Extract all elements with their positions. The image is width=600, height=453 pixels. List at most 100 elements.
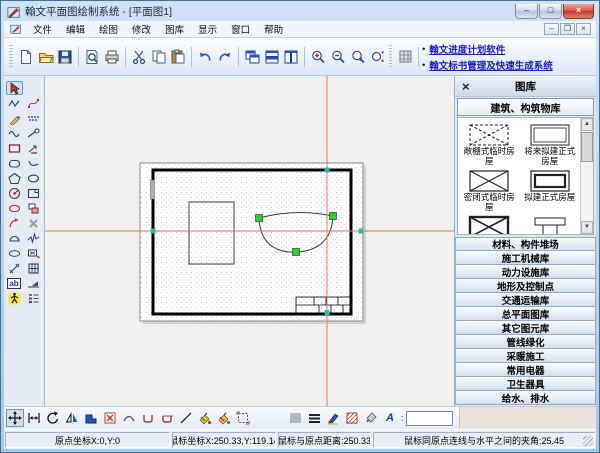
slope-tool[interactable] bbox=[25, 276, 42, 290]
menu-library[interactable]: 图库 bbox=[158, 21, 191, 37]
category-other-button[interactable]: 其它图元库 bbox=[455, 321, 596, 335]
thin-lines-tool[interactable] bbox=[286, 409, 304, 427]
drawing-canvas[interactable] bbox=[45, 76, 454, 406]
hatch-lines-tool[interactable] bbox=[25, 111, 42, 125]
child-restore-button[interactable]: ❐ bbox=[560, 23, 575, 35]
thick-lines-tool[interactable] bbox=[305, 409, 323, 427]
spline-tool[interactable] bbox=[25, 96, 42, 110]
gallery-item[interactable]: 拟建正式房屋 bbox=[520, 166, 581, 212]
category-terrain-button[interactable]: 地形及控制点 bbox=[455, 279, 596, 293]
stretch-tool[interactable] bbox=[25, 409, 43, 427]
toolbar-grip[interactable] bbox=[9, 45, 13, 69]
new-button[interactable] bbox=[16, 46, 36, 67]
menu-modify[interactable]: 修改 bbox=[125, 21, 158, 37]
gallery-item-partial[interactable] bbox=[520, 212, 581, 235]
hatch-tool[interactable] bbox=[343, 409, 361, 427]
category-sanitary-button[interactable]: 卫生器具 bbox=[455, 377, 596, 391]
cascade-windows-button[interactable] bbox=[242, 46, 262, 67]
pencil-tool[interactable] bbox=[6, 111, 23, 125]
dimension-tool[interactable] bbox=[25, 246, 42, 260]
category-buildings-button[interactable]: 建筑、构筑物库 bbox=[457, 98, 594, 116]
tile-vertical-button[interactable] bbox=[281, 46, 301, 67]
print-preview-button[interactable] bbox=[82, 46, 102, 67]
menu-file[interactable]: 文件 bbox=[26, 21, 59, 37]
category-power-button[interactable]: 动力设施库 bbox=[455, 265, 596, 279]
polygon-tool[interactable] bbox=[6, 171, 23, 185]
oval-tool[interactable] bbox=[6, 246, 23, 260]
copy-shapes-tool[interactable] bbox=[25, 201, 42, 215]
move-tool[interactable] bbox=[6, 409, 24, 427]
save-button[interactable] bbox=[55, 46, 75, 67]
grid-window-tool[interactable] bbox=[25, 261, 42, 275]
child-close-button[interactable]: × bbox=[576, 23, 591, 35]
corner-tool[interactable] bbox=[82, 409, 100, 427]
font-tool[interactable]: A bbox=[381, 409, 399, 427]
minimize-button[interactable]: – bbox=[515, 4, 538, 19]
scrollbar-thumb[interactable] bbox=[581, 132, 593, 162]
link-bid-software[interactable]: 翰文标书管理及快速生成系统 bbox=[429, 58, 553, 72]
red-ellipse-tool[interactable] bbox=[6, 201, 23, 215]
frame-rect-tool[interactable] bbox=[25, 186, 42, 200]
category-pipeline-button[interactable]: 管线绿化 bbox=[455, 335, 596, 349]
menu-window[interactable]: 窗口 bbox=[224, 21, 257, 37]
arc-segment-tool[interactable] bbox=[25, 156, 42, 170]
maximize-button[interactable]: □ bbox=[539, 4, 562, 19]
value-input[interactable] bbox=[406, 411, 453, 426]
close-button[interactable]: × bbox=[563, 4, 594, 19]
category-appliances-button[interactable]: 常用电器 bbox=[455, 363, 596, 377]
arc-arrow-tool[interactable] bbox=[6, 216, 23, 230]
zoom-in-button[interactable] bbox=[308, 46, 328, 67]
mirror-tool[interactable] bbox=[63, 409, 81, 427]
scroll-up-icon[interactable]: ▲ bbox=[581, 118, 593, 131]
gallery-item[interactable]: 敞棚式临时房屋 bbox=[459, 120, 520, 166]
undo-button[interactable] bbox=[195, 46, 215, 67]
zoom-out-button[interactable] bbox=[328, 46, 348, 67]
gallery-item[interactable]: 密闭式临时房屋 bbox=[459, 166, 520, 212]
node-line-tool[interactable] bbox=[25, 126, 42, 140]
copy-button[interactable] bbox=[149, 46, 169, 67]
child-minimize-button[interactable]: – bbox=[544, 23, 559, 35]
open-button[interactable] bbox=[36, 46, 56, 67]
arc-edit-tool[interactable] bbox=[120, 409, 138, 427]
scroll-down-icon[interactable]: ▼ bbox=[581, 221, 593, 234]
resize-grip[interactable] bbox=[583, 436, 593, 446]
menu-display[interactable]: 显示 bbox=[191, 21, 224, 37]
pen-tool[interactable] bbox=[324, 409, 342, 427]
u-shape-tool[interactable] bbox=[139, 409, 157, 427]
category-materials-button[interactable]: 材料、构件堆场 bbox=[455, 237, 596, 251]
rectangle-tool[interactable] bbox=[6, 141, 23, 155]
gallery-scrollbar[interactable]: ▲ ▼ bbox=[580, 118, 593, 234]
category-siteplan-button[interactable]: 总平面图库 bbox=[455, 307, 596, 321]
category-water-button[interactable]: 给水、排水 bbox=[455, 391, 596, 405]
toolbar-grip[interactable] bbox=[389, 45, 393, 69]
category-transport-button[interactable]: 交通运输库 bbox=[455, 293, 596, 307]
menu-help[interactable]: 帮助 bbox=[257, 21, 290, 37]
u-shape-2-tool[interactable] bbox=[158, 409, 176, 427]
gallery-item-partial[interactable] bbox=[459, 212, 520, 235]
cut-button[interactable] bbox=[129, 46, 149, 67]
paste-button[interactable] bbox=[168, 46, 188, 67]
link-progress-software[interactable]: 翰文进度计划软件 bbox=[429, 42, 505, 56]
circle-arc-tool[interactable] bbox=[6, 186, 23, 200]
layers-tool[interactable] bbox=[25, 291, 42, 305]
wave-tool[interactable] bbox=[6, 126, 23, 140]
print-button[interactable] bbox=[102, 46, 122, 67]
text-tool[interactable]: ab bbox=[6, 276, 23, 290]
library-icon[interactable] bbox=[395, 46, 415, 67]
tile-horizontal-button[interactable] bbox=[262, 46, 282, 67]
line-tool[interactable] bbox=[177, 409, 195, 427]
delete-x-tool[interactable] bbox=[25, 216, 42, 230]
fill-1-tool[interactable] bbox=[196, 409, 214, 427]
select-tool[interactable] bbox=[6, 81, 23, 95]
bucket-tool[interactable] bbox=[362, 409, 380, 427]
rotate-tool[interactable] bbox=[44, 409, 62, 427]
fill-2-tool[interactable] bbox=[215, 409, 233, 427]
dome-tool[interactable] bbox=[6, 231, 23, 245]
category-machinery-button[interactable]: 施工机械库 bbox=[455, 251, 596, 265]
gallery-item[interactable]: 将来拟建正式房屋 bbox=[520, 120, 581, 166]
freehand-tool[interactable] bbox=[25, 231, 42, 245]
measure-tool[interactable] bbox=[6, 261, 23, 275]
rounded-rect-tool[interactable] bbox=[6, 156, 23, 170]
ellipse-tool[interactable] bbox=[25, 171, 42, 185]
menu-edit[interactable]: 编辑 bbox=[59, 21, 92, 37]
